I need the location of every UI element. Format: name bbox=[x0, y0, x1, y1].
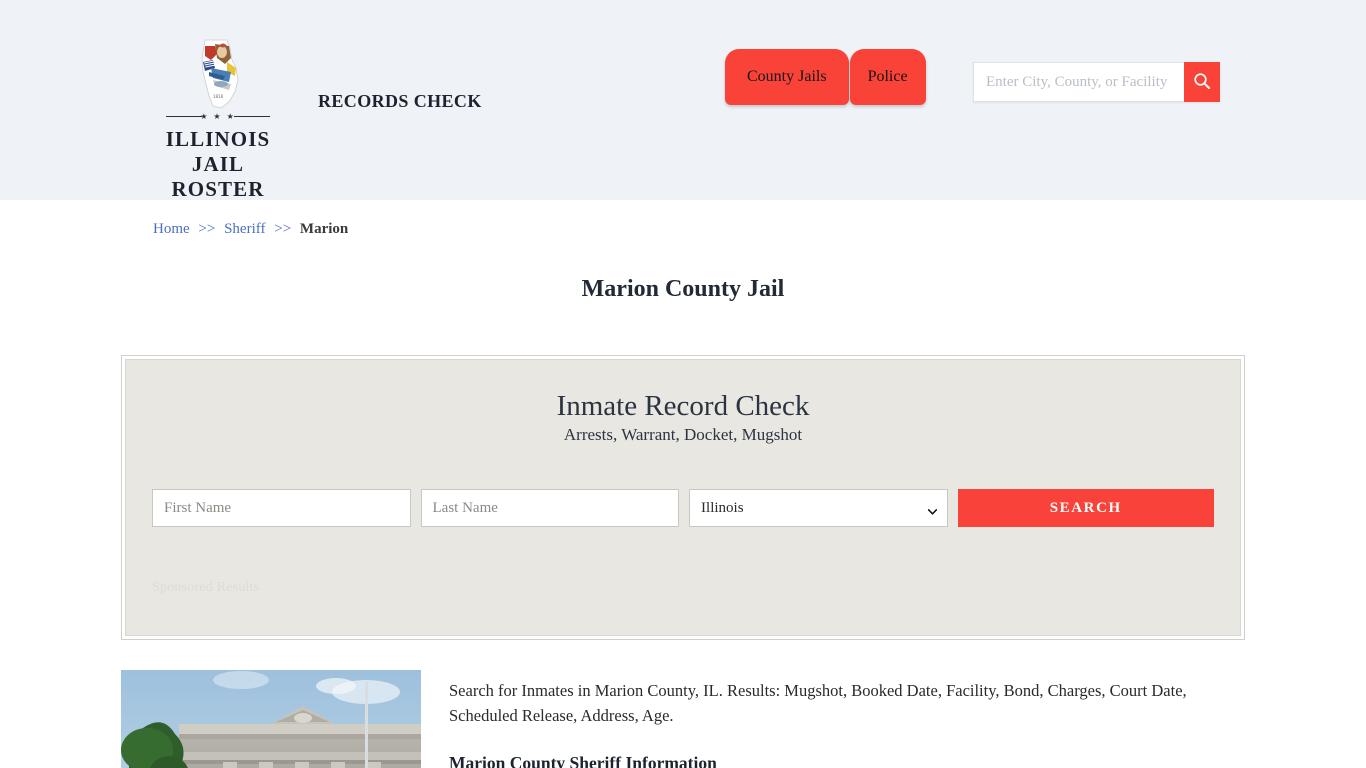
header-search-button[interactable] bbox=[1184, 62, 1220, 102]
svg-text:1818: 1818 bbox=[213, 94, 224, 99]
logo-line2: JAIL ROSTER bbox=[171, 152, 265, 201]
county-info-section: Search for Inmates in Marion County, IL.… bbox=[121, 670, 1245, 768]
breadcrumb: Home >> Sheriff >> Marion bbox=[123, 200, 1243, 238]
breadcrumb-item-sheriff[interactable]: Sheriff bbox=[224, 221, 265, 237]
site-logo[interactable]: 1818 ★ ★ ★ ILLINOIS JAIL ROSTER bbox=[153, 38, 283, 202]
breadcrumb-item-home[interactable]: Home bbox=[153, 221, 190, 237]
logo-line1: ILLINOIS bbox=[165, 127, 271, 151]
first-name-input[interactable] bbox=[152, 489, 411, 527]
header-search-input[interactable] bbox=[973, 62, 1184, 102]
header-search bbox=[973, 62, 1220, 102]
inmate-search-button[interactable]: SEARCH bbox=[957, 489, 1214, 527]
illinois-state-outline-icon: 1818 bbox=[191, 38, 245, 110]
state-select-wrapper: Illinois bbox=[689, 489, 948, 527]
logo-stars: ★ ★ ★ bbox=[200, 112, 236, 121]
sponsored-results-label: Sponsored Results bbox=[152, 580, 260, 595]
main-nav: County Jails Police bbox=[725, 49, 927, 105]
county-info-text: Search for Inmates in Marion County, IL.… bbox=[421, 670, 1245, 768]
record-check-subtitle: Arrests, Warrant, Docket, Mugshot bbox=[563, 425, 803, 444]
site-tagline: RECORDS CHECK bbox=[318, 91, 482, 111]
last-name-input[interactable] bbox=[420, 489, 680, 527]
county-info-paragraph: Search for Inmates in Marion County, IL.… bbox=[449, 681, 1187, 725]
header-inner: 1818 ★ ★ ★ ILLINOIS JAIL ROSTER RECORDS … bbox=[123, 0, 1243, 202]
search-icon bbox=[1193, 72, 1211, 93]
nav-police-button[interactable]: Police bbox=[849, 49, 926, 105]
breadcrumb-separator: >> bbox=[198, 221, 216, 237]
inmate-search-form: Illinois SEARCH bbox=[152, 489, 1214, 527]
breadcrumb-item-current: Marion bbox=[299, 221, 349, 237]
courthouse-photo bbox=[121, 670, 421, 768]
logo-divider: ★ ★ ★ bbox=[166, 112, 270, 121]
record-check-title: Inmate Record Check bbox=[556, 390, 810, 422]
state-select[interactable]: Illinois bbox=[689, 489, 948, 527]
page-title: Marion County Jail bbox=[581, 276, 785, 302]
inmate-record-check-body: Inmate Record Check Arrests, Warrant, Do… bbox=[125, 359, 1241, 636]
site-header: 1818 ★ ★ ★ ILLINOIS JAIL ROSTER RECORDS … bbox=[0, 0, 1366, 202]
sheriff-info-heading: Marion County Sheriff Information bbox=[449, 753, 717, 768]
nav-county-jails-button[interactable]: County Jails bbox=[725, 49, 849, 105]
breadcrumb-separator: >> bbox=[274, 221, 292, 237]
inmate-record-check-card: Inmate Record Check Arrests, Warrant, Do… bbox=[121, 355, 1245, 640]
